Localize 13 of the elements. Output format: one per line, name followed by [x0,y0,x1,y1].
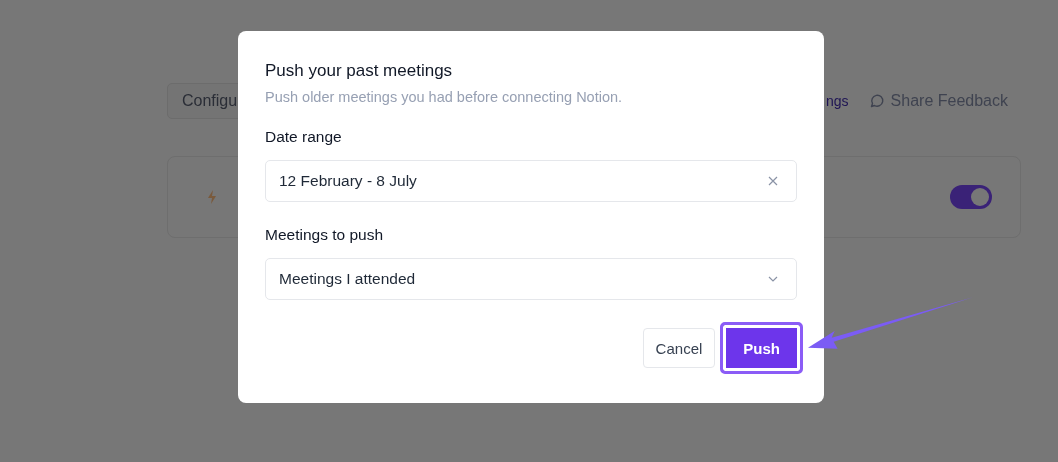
toggle-switch[interactable] [950,185,992,209]
chevron-down-icon [768,276,778,282]
dialog-title: Push your past meetings [265,61,454,81]
field-label: Date range [265,128,343,146]
settings-link[interactable]: ngs [826,93,849,109]
chat-bubble-icon [868,93,885,109]
date-range-field[interactable]: 12 February - 8 July [265,160,797,202]
field-label: Meetings to push [265,226,385,244]
lightning-icon [206,189,218,205]
meetings-dropdown[interactable]: Meetings I attended [265,258,797,300]
push-button[interactable]: Push [720,322,803,374]
clear-icon[interactable] [768,176,778,186]
cancel-button[interactable]: Cancel [642,328,716,368]
